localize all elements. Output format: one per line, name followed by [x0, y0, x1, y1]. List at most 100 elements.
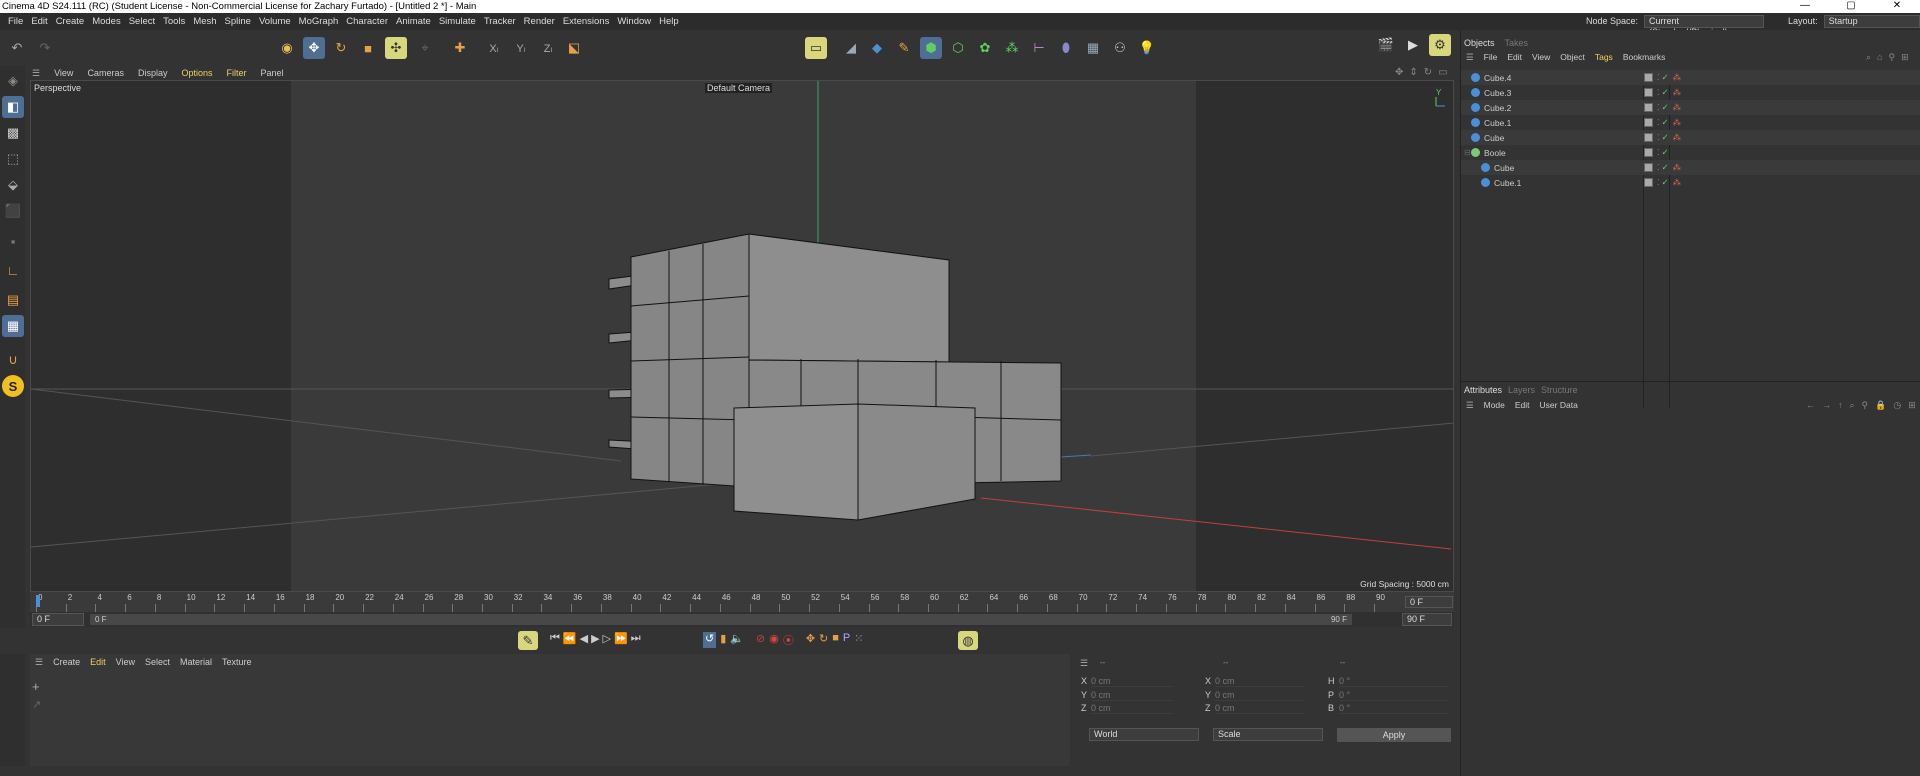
menu-extensions[interactable]: Extensions: [559, 13, 613, 30]
object-row[interactable]: ⊟ Boole ⁚ ✓: [1461, 145, 1920, 160]
object-name[interactable]: Cube.3: [1484, 88, 1644, 98]
home-icon[interactable]: ⌂: [1877, 52, 1882, 63]
timeline-icon[interactable]: ▮: [720, 632, 726, 648]
record-icon[interactable]: ◉: [769, 632, 779, 648]
object-row[interactable]: Cube.1 ⁚ ✓ ⁂: [1461, 115, 1920, 130]
tab-objects[interactable]: Objects: [1461, 38, 1495, 48]
deformer-icon[interactable]: ⊢: [1028, 37, 1050, 59]
phong-tag-icon[interactable]: ⁂: [1673, 87, 1682, 98]
viewport-menu-icon[interactable]: ☰: [25, 66, 47, 80]
attributes-menu-edit[interactable]: Edit: [1510, 400, 1535, 411]
filter-icon[interactable]: ⚲: [1888, 52, 1895, 63]
menu-render[interactable]: Render: [520, 13, 559, 30]
position-field[interactable]: 0 cm: [1091, 690, 1173, 701]
visibility-dots-icon[interactable]: ⁚: [1657, 163, 1660, 172]
visibility-dots-icon[interactable]: ⁚: [1657, 88, 1660, 97]
motion-clip-icon[interactable]: ◍: [958, 631, 978, 650]
floor-icon[interactable]: ▦: [1082, 37, 1104, 59]
rotation-field[interactable]: 0 °: [1339, 690, 1449, 701]
coordinate-system-icon[interactable]: ⬕: [563, 37, 585, 59]
enabled-check-icon[interactable]: ✓: [1662, 72, 1669, 83]
model-mode-icon[interactable]: ✣: [385, 37, 407, 59]
object-row[interactable]: Cube.3 ⁚ ✓ ⁂: [1461, 85, 1920, 100]
add-material-icon[interactable]: +: [32, 679, 40, 694]
dolly-icon[interactable]: ⇕: [1409, 67, 1417, 78]
layer-checkbox[interactable]: [1644, 103, 1653, 112]
render-settings-icon[interactable]: ⚙: [1429, 34, 1451, 56]
coord-menu-icon[interactable]: ☰: [1080, 658, 1088, 669]
axis-icon[interactable]: ∟: [2, 259, 24, 281]
key-pla-icon[interactable]: ⁙: [854, 632, 863, 648]
material-menu-icon[interactable]: ☰: [30, 657, 48, 668]
enabled-check-icon[interactable]: ✓: [1662, 117, 1669, 128]
material-menu-edit[interactable]: Edit: [85, 657, 111, 668]
scale-dropdown[interactable]: Scale: [1213, 728, 1323, 741]
menu-file[interactable]: File: [4, 13, 27, 30]
render-to-picture-viewer-icon[interactable]: ▶: [1402, 34, 1424, 56]
menu-character[interactable]: Character: [342, 13, 392, 30]
visibility-dots-icon[interactable]: ⁚: [1657, 103, 1660, 112]
visibility-dots-icon[interactable]: ⁚: [1657, 73, 1660, 82]
redo-icon[interactable]: ↷: [34, 37, 56, 59]
move-tool-icon[interactable]: ✥: [303, 37, 325, 59]
menu-simulate[interactable]: Simulate: [435, 13, 480, 30]
add-icon[interactable]: ✚: [449, 37, 471, 59]
enabled-check-icon[interactable]: ✓: [1662, 102, 1669, 113]
node-space-dropdown[interactable]: Current (Standard/Physical): [1644, 15, 1765, 37]
snap-icon[interactable]: S: [2, 375, 24, 397]
viewport-menu-options[interactable]: Options: [174, 66, 219, 80]
layer-checkbox[interactable]: [1644, 88, 1653, 97]
menu-mesh[interactable]: Mesh: [189, 13, 220, 30]
maximize-view-icon[interactable]: ▭: [1438, 67, 1447, 78]
object-name[interactable]: Cube.2: [1484, 103, 1644, 113]
history-icon[interactable]: ◷: [1893, 400, 1901, 411]
size-field[interactable]: 0 cm: [1215, 703, 1305, 714]
magnet-icon[interactable]: ∪: [2, 349, 24, 371]
undo-icon[interactable]: ↶: [6, 37, 28, 59]
next-frame-icon[interactable]: ▷: [603, 632, 611, 645]
axis-mode-icon[interactable]: ⌖: [414, 37, 436, 59]
workplane-icon[interactable]: ▤: [2, 289, 24, 311]
subdivision-icon[interactable]: ⬢: [920, 37, 942, 59]
next-key-icon[interactable]: ⏩: [614, 632, 628, 645]
material-menu-view[interactable]: View: [111, 657, 140, 668]
loop-icon[interactable]: ↺: [703, 632, 717, 648]
attributes-menu-icon[interactable]: ☰: [1461, 400, 1479, 411]
menu-edit[interactable]: Edit: [27, 13, 51, 30]
model-mode-icon[interactable]: ◧: [2, 96, 24, 118]
key-scale-icon[interactable]: ■: [832, 632, 839, 648]
cloner-icon[interactable]: ✿: [974, 37, 996, 59]
uv-mode-icon[interactable]: ▪: [2, 230, 24, 252]
menu-animate[interactable]: Animate: [392, 13, 435, 30]
phong-tag-icon[interactable]: ⁂: [1673, 102, 1682, 113]
viewport[interactable]: Y Perspective Default Camera Grid Spacin…: [30, 80, 1454, 592]
attributes-menu-mode[interactable]: Mode: [1479, 400, 1510, 411]
menu-window[interactable]: Window: [613, 13, 655, 30]
orbit-icon[interactable]: ↻: [1424, 67, 1432, 78]
object-name[interactable]: Cube: [1484, 133, 1644, 143]
forward-arrow-icon[interactable]: →: [1822, 400, 1831, 411]
material-menu-material[interactable]: Material: [175, 657, 217, 668]
object-name[interactable]: Cube: [1494, 163, 1644, 173]
material-menu-create[interactable]: Create: [48, 657, 85, 668]
new-panel-icon[interactable]: ⊞: [1908, 400, 1916, 411]
size-field[interactable]: 0 cm: [1215, 690, 1305, 701]
object-name[interactable]: Cube.4: [1484, 73, 1644, 83]
up-arrow-icon[interactable]: ↑: [1838, 400, 1843, 411]
timeline-ruler[interactable]: 0 2 4 6 8 10 12 14 16 18 20 22 24 26 28 30 32 34 36 38 40 42 4…: [30, 592, 1454, 612]
viewport-menu-panel[interactable]: Panel: [254, 66, 291, 80]
menu-volume[interactable]: Volume: [255, 13, 295, 30]
go-to-end-icon[interactable]: ⏭: [631, 632, 641, 645]
sound-icon[interactable]: 🔈: [730, 632, 744, 648]
range-slider[interactable]: 0 F 90 F: [90, 614, 1352, 625]
maximize-button[interactable]: ▢: [1828, 0, 1874, 13]
layer-checkbox[interactable]: [1644, 148, 1653, 157]
viewport-menu-cameras[interactable]: Cameras: [80, 66, 131, 80]
search-icon[interactable]: ⌕: [1866, 52, 1871, 63]
phong-tag-icon[interactable]: ⁂: [1673, 117, 1682, 128]
close-button[interactable]: ✕: [1874, 0, 1920, 13]
menu-tracker[interactable]: Tracker: [480, 13, 520, 30]
keyframe-icon[interactable]: ✎: [518, 631, 538, 650]
minimize-button[interactable]: —: [1782, 0, 1828, 13]
tab-takes[interactable]: Takes: [1505, 38, 1529, 48]
